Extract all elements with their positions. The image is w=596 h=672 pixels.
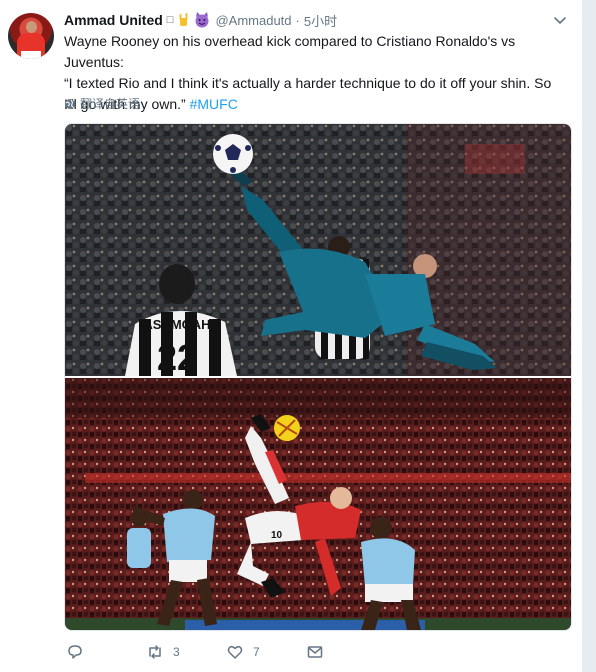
author-handle[interactable]: @Ammadutd	[215, 13, 291, 28]
jersey-name: ASAMOAH	[143, 317, 210, 332]
translate-label: 翻译自英语	[80, 97, 141, 111]
like-count: 7	[253, 645, 260, 659]
globe-icon	[65, 98, 75, 109]
tweet-text-line1: Wayne Rooney on his overhead kick compar…	[64, 33, 516, 70]
translate-link[interactable]: 翻译自英语	[64, 95, 140, 112]
avatar[interactable]	[8, 13, 54, 59]
photo-rooney-overhead-kick[interactable]: 10	[65, 378, 571, 630]
jersey-number: 22	[157, 337, 197, 376]
tweet-timestamp[interactable]: 5小时	[304, 11, 337, 30]
reply-button[interactable]	[66, 641, 84, 663]
like-button[interactable]: 7	[226, 641, 260, 663]
photo-ronaldo-overhead-kick[interactable]: ASAMOAH 22	[65, 124, 571, 376]
retweet-button[interactable]: 3	[146, 641, 180, 663]
tweet-media[interactable]: ASAMOAH 22 10	[64, 123, 572, 631]
tweet-text-line2: “I texted Rio and I think it's actually …	[64, 75, 552, 91]
direct-message-button[interactable]	[306, 641, 324, 663]
rock-hand-emoji-icon	[179, 13, 188, 26]
retweet-count: 3	[173, 645, 180, 659]
emoji-box-icon: □	[166, 14, 174, 26]
author-name[interactable]: Ammad United	[64, 12, 163, 28]
reply-icon	[68, 645, 82, 659]
retweet-icon	[149, 645, 161, 659]
chevron-down-icon[interactable]	[552, 12, 568, 28]
envelope-icon	[307, 646, 323, 658]
heart-icon	[227, 645, 243, 659]
tweet-actions: 3 7	[66, 641, 546, 663]
smiling-devil-emoji-icon	[195, 12, 209, 28]
shirt-number: 10	[271, 530, 283, 541]
football	[274, 415, 300, 441]
tweet-header: Ammad United □ @Ammadutd · 5小时	[64, 10, 337, 30]
separator-dot: ·	[295, 12, 300, 28]
tweet-card[interactable]: Ammad United □ @Ammadutd · 5小时 Wayne Roo…	[0, 0, 583, 672]
hashtag-link[interactable]: #MUFC	[190, 96, 238, 112]
football	[213, 134, 253, 174]
tweet-text: Wayne Rooney on his overhead kick compar…	[64, 31, 574, 115]
